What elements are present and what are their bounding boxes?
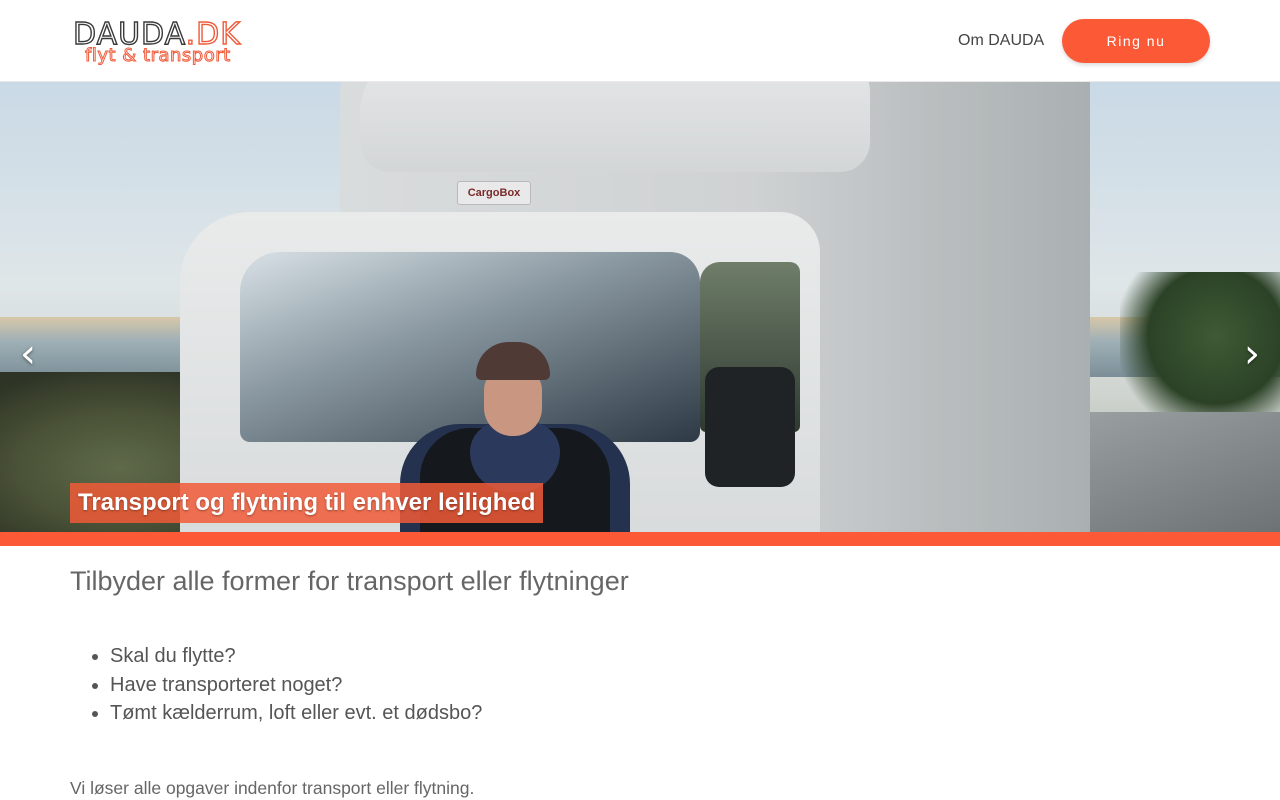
truck-badge: CargoBox (457, 181, 531, 205)
chevron-right-icon[interactable]: › (1240, 334, 1264, 374)
list-item: Tømt kælderrum, loft eller evt. et dødsb… (110, 699, 482, 728)
chevron-left-icon[interactable]: ‹ (16, 334, 40, 374)
hero-caption: Transport og flytning til enhver lejligh… (70, 483, 544, 523)
call-now-button[interactable]: Ring nu (1062, 19, 1210, 63)
hero-road (1080, 412, 1280, 532)
nav-link-om-dauda[interactable]: Om DAUDA (958, 31, 1044, 51)
intro-paragraph: Vi løser alle opgaver indenfor transport… (70, 778, 475, 798)
list-item: Skal du flytte? (110, 642, 482, 671)
section-headline: Tilbyder alle former for transport eller… (70, 566, 629, 596)
accent-divider (0, 532, 1280, 546)
hero-slider: CargoBox Transport og flytning til enhve… (0, 82, 1280, 532)
truck-mirror (705, 367, 795, 487)
site-header: DAUDA.DK flyt & transport Om DAUDA Ring … (0, 0, 1280, 82)
service-list: Skal du flytte? Have transporteret noget… (110, 642, 482, 728)
logo-tagline: flyt & transport (85, 45, 231, 66)
truck-roof (360, 82, 870, 172)
site-logo[interactable]: DAUDA.DK flyt & transport (72, 19, 245, 68)
list-item: Have transporteret noget? (110, 671, 482, 700)
